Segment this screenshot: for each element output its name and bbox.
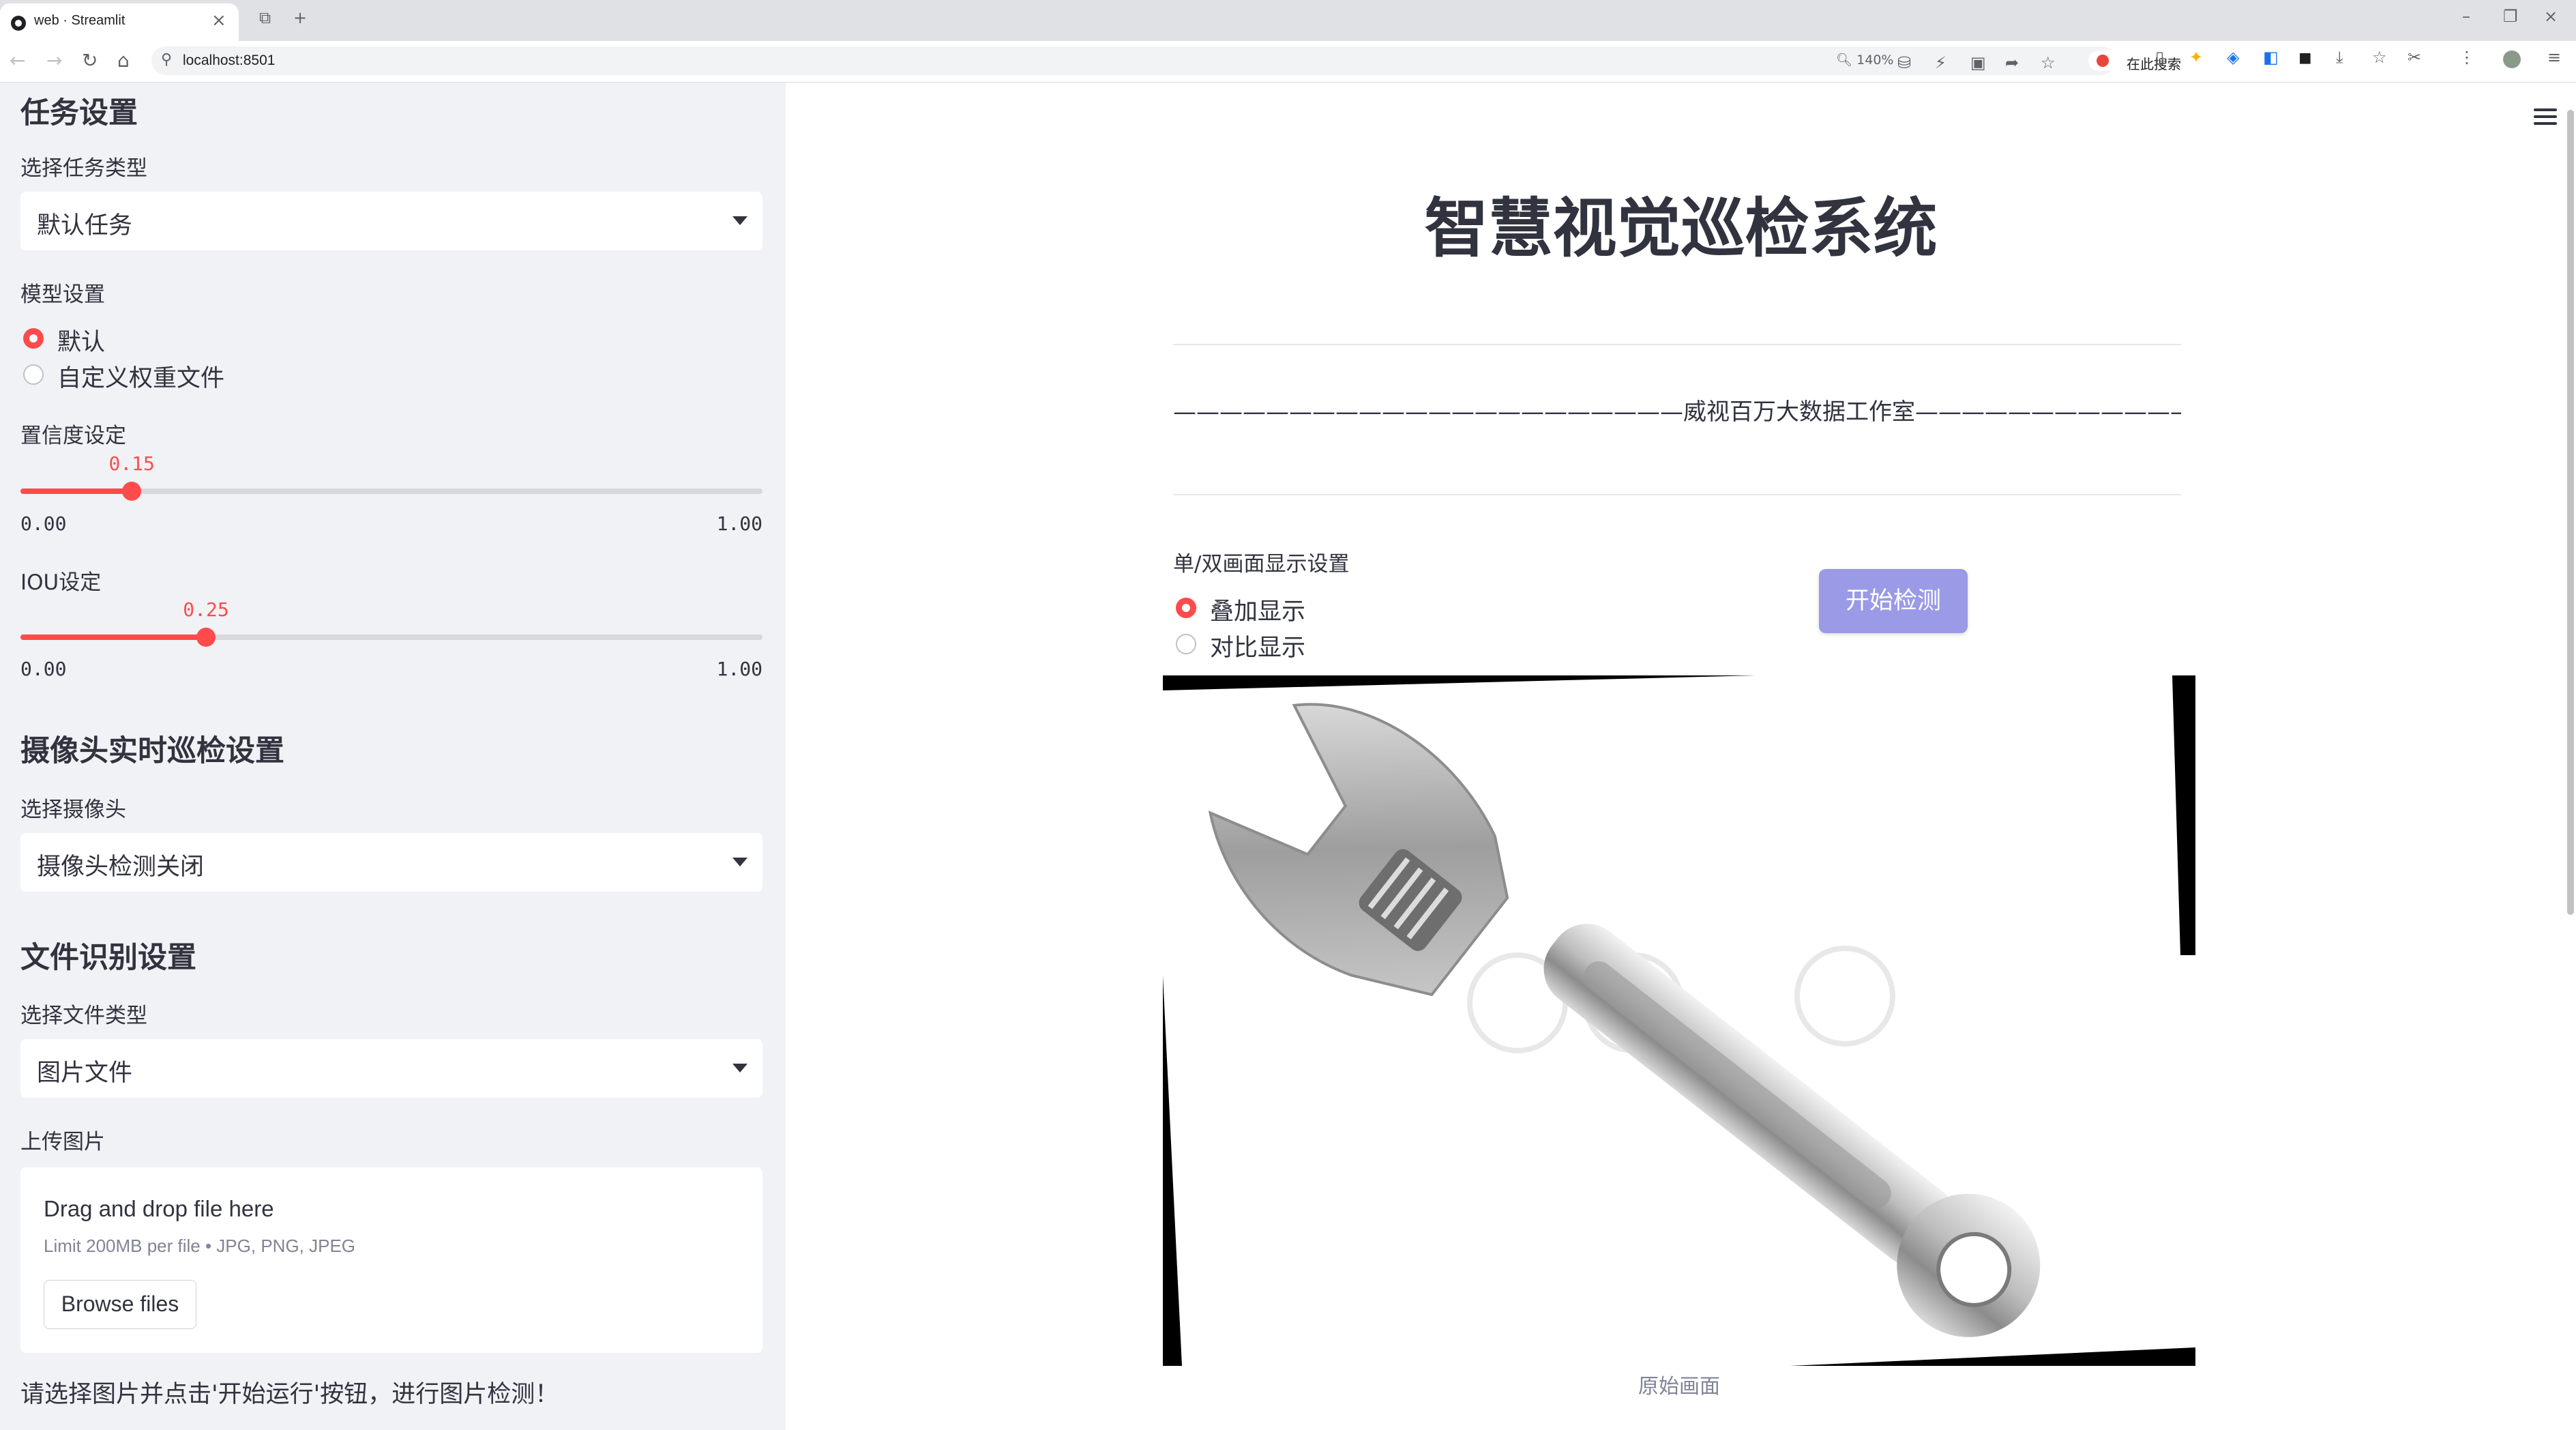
tab-groups-icon[interactable]: ⧉ [259,8,271,27]
chevron-down-icon [732,858,747,866]
radio-unselected-icon[interactable] [1176,634,1196,654]
new-tab-icon[interactable]: + [293,8,307,27]
sidebar: 任务设置 选择任务类型 默认任务 模型设置 默认 自定义权重文件 置信度设定 0… [0,83,786,1430]
download-icon[interactable]: ⤓ [2336,48,2343,67]
page-title: 智慧视觉巡检系统 [1424,192,1938,266]
browser-tab-bar: web · Streamlit × ⧉ + – ❐ × [0,0,2576,41]
model-option-label: 自定义权重文件 [57,365,225,392]
divider [1173,494,2181,495]
restore-icon[interactable]: ❐ [2503,7,2518,26]
extension-1-icon[interactable]: ✦ [2189,48,2203,67]
reading-mode-icon[interactable]: ▯ [2155,48,2164,67]
streamlit-favicon-icon [11,16,26,31]
studio-banner: ——————————————————————威视百万大数据工作室————————… [1173,398,2181,426]
camera-select-value: 摄像头检测关闭 [37,853,205,881]
display-option-label: 叠加显示 [1210,598,1306,626]
forward-icon[interactable]: → [46,49,62,72]
file-settings-heading: 文件识别设置 [20,941,196,975]
home-icon[interactable]: ⌂ [117,49,130,72]
iou-slider[interactable] [20,628,763,647]
iou-max: 1.00 [716,658,763,680]
zoom-level-value: 140% [1856,53,1894,68]
confidence-label: 置信度设定 [20,424,126,448]
browser-more-icon[interactable]: ≡ [2547,48,2561,67]
task-type-select[interactable]: 默认任务 [20,192,763,250]
iou-slider-fill [20,634,206,640]
radio-unselected-icon[interactable] [23,364,44,385]
upload-label: 上传图片 [20,1130,105,1154]
favorites-icon[interactable]: ☆ [2372,48,2387,67]
start-detection-button[interactable]: 开始检测 [1819,569,1968,633]
browse-files-button[interactable]: Browse files [44,1280,196,1329]
iou-slider-handle[interactable] [196,628,216,647]
url-box[interactable]: ⚲ localhost:8501 🔍︎ 140% ⛁ ⚡︎ ▣ ➦ ☆ 在此搜索 [151,46,2286,75]
dropzone-limit: Limit 200MB per file • JPG, PNG, JPEG [44,1236,356,1256]
scissors-icon[interactable]: ✂ [2408,48,2421,67]
lightning-icon[interactable]: ⚡︎ [1935,53,1946,72]
tab-close-icon[interactable]: × [211,10,226,31]
profile-avatar[interactable] [2503,50,2521,68]
search-engine-logo-icon [2097,55,2109,67]
address-bar: ← → ↻ ⌂ ⚲ localhost:8501 🔍︎ 140% ⛁ ⚡︎ ▣ … [0,41,2576,83]
search-engine-box[interactable]: 在此搜索 [2088,50,2286,72]
display-mode-label: 单/双画面显示设置 [1173,552,1350,577]
file-type-select[interactable]: 图片文件 [20,1039,763,1098]
confidence-max: 1.00 [716,512,763,535]
model-option-label: 默认 [57,329,106,356]
window-close-icon[interactable]: × [2544,7,2558,26]
reload-icon[interactable]: ↻ [82,49,98,72]
screenshot-icon[interactable]: ▣ [1970,53,1986,72]
confidence-value: 0.15 [108,452,155,475]
back-icon[interactable]: ← [10,49,25,72]
chevron-down-icon [732,216,747,225]
bookmark-star-icon[interactable]: ☆ [2041,53,2056,72]
extension-3-icon[interactable]: ◧ [2263,48,2279,67]
camera-select-label: 选择摄像头 [20,798,126,822]
main-content: 智慧视觉巡检系统 ——————————————————————威视百万大数据工作… [786,83,2576,1430]
browser-menu-icon[interactable]: ⋮ [2459,48,2475,67]
instruction-note: 请选择图片并点击'开始运行'按钮，进行图片检测！ [20,1381,559,1408]
site-info-icon[interactable]: ⚲ [161,51,172,68]
confidence-min: 0.00 [20,512,67,535]
extension-2-icon[interactable]: ◈ [2227,48,2239,67]
minimize-icon[interactable]: – [2462,7,2470,26]
camera-settings-heading: 摄像头实时巡检设置 [20,734,284,768]
tab-title: web · Streamlit [34,13,125,28]
zoom-level[interactable]: 🔍︎ 140% [1836,52,1894,68]
file-type-value: 图片文件 [37,1060,133,1087]
display-option-label: 对比显示 [1210,634,1306,662]
iou-min: 0.00 [20,658,67,680]
share-icon[interactable]: ➦ [2005,53,2019,72]
confidence-slider-handle[interactable] [122,482,142,501]
translate-icon[interactable]: ⛁ [1897,53,1911,72]
model-settings-label: 模型设置 [20,282,105,307]
browser-tab[interactable]: web · Streamlit × [0,3,239,41]
file-dropzone[interactable]: Drag and drop file here Limit 200MB per … [20,1167,763,1353]
iou-value: 0.25 [183,598,229,621]
camera-select[interactable]: 摄像头检测关闭 [20,833,763,892]
radio-selected-icon[interactable] [23,328,44,349]
iou-label: IOU设定 [20,570,102,595]
image-caption: 原始画面 [1638,1375,1720,1399]
radio-selected-icon[interactable] [1176,598,1196,618]
task-type-label: 选择任务类型 [20,156,147,181]
url-text: localhost:8501 [183,53,276,68]
hamburger-menu-icon[interactable] [2534,108,2557,128]
detection-image [1163,675,2195,1366]
confidence-slider-fill [20,488,132,494]
file-type-label: 选择文件类型 [20,1004,147,1028]
search-placeholder: 在此搜索 [2127,56,2181,72]
confidence-slider[interactable] [20,482,763,501]
extension-4-icon[interactable]: ◼ [2298,48,2312,67]
task-settings-heading: 任务设置 [20,96,138,130]
dropzone-title: Drag and drop file here [44,1196,274,1221]
divider [1173,344,2181,345]
wrench-photo [1163,675,2195,1366]
chevron-down-icon [732,1064,747,1072]
task-type-value: 默认任务 [37,212,133,239]
